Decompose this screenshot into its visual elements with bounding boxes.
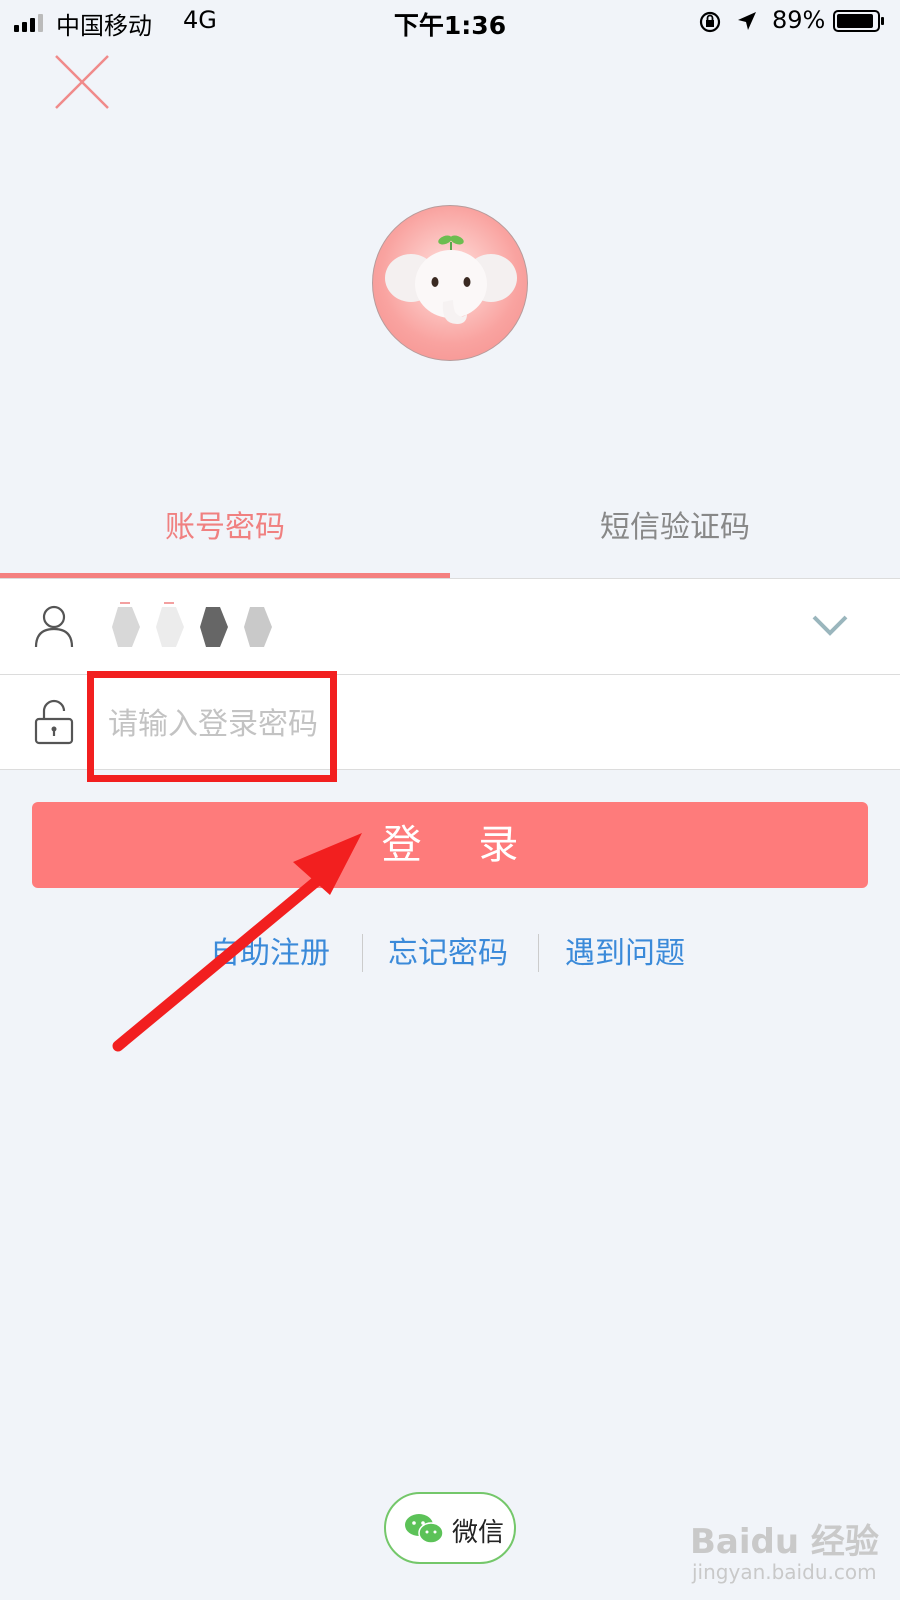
watermark-url: jingyan.baidu.com bbox=[692, 1560, 877, 1584]
login-button[interactable]: 登 录 bbox=[32, 802, 868, 888]
register-link[interactable]: 自助注册 bbox=[210, 928, 330, 972]
problem-link[interactable]: 遇到问题 bbox=[565, 928, 685, 972]
chevron-down-icon[interactable] bbox=[808, 605, 852, 645]
wechat-icon bbox=[405, 1514, 444, 1544]
battery-percent: 89% bbox=[772, 6, 826, 34]
close-icon[interactable] bbox=[54, 54, 110, 110]
clock: 下午1:36 bbox=[393, 11, 507, 40]
elephant-icon bbox=[385, 235, 517, 324]
tab-sms-code[interactable]: 短信验证码 bbox=[450, 480, 900, 576]
tab-account-password[interactable]: 账号密码 bbox=[0, 480, 450, 576]
lock-icon bbox=[34, 699, 74, 745]
forgot-password-link[interactable]: 忘记密码 bbox=[388, 928, 508, 972]
status-bar: 中国移动 4G 下午1:36 89% bbox=[0, 0, 900, 44]
battery-icon bbox=[833, 10, 884, 32]
wechat-login-button[interactable]: 微信 bbox=[384, 1492, 516, 1564]
divider bbox=[362, 934, 363, 972]
annotation-highlight-box bbox=[87, 671, 337, 782]
wechat-label: 微信 bbox=[452, 1518, 505, 1548]
help-links: 自助注册 忘记密码 遇到问题 bbox=[0, 928, 900, 978]
login-tabs: 账号密码 短信验证码 bbox=[0, 480, 900, 578]
location-arrow-icon bbox=[738, 12, 756, 30]
watermark-brand: Baidu 经验 bbox=[690, 1522, 879, 1562]
masked-account-value[interactable] bbox=[112, 599, 292, 655]
user-icon bbox=[34, 605, 74, 648]
divider bbox=[538, 934, 539, 972]
baidu-watermark: Baidu 经验 jingyan.baidu.com bbox=[690, 1514, 880, 1590]
account-row bbox=[0, 579, 900, 673]
elephant-avatar bbox=[372, 205, 528, 361]
orientation-lock-icon bbox=[699, 11, 721, 33]
